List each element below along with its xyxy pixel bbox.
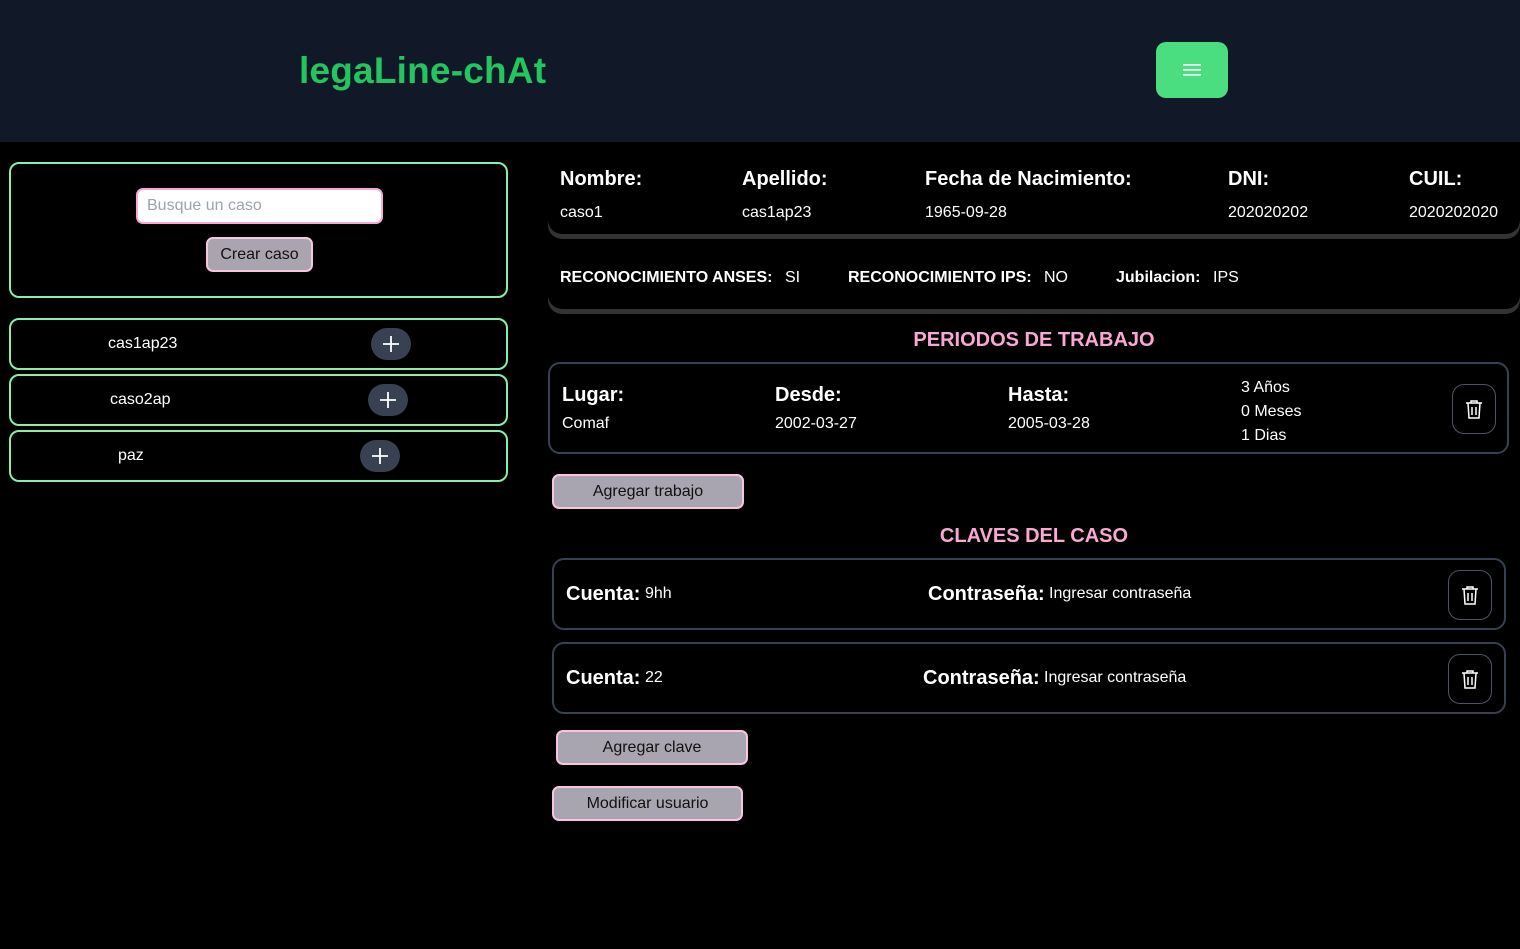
ips-label: RECONOCIMIENTO IPS:: [848, 269, 1032, 286]
account-value: 9hh: [645, 585, 672, 602]
password-label: Contraseña:: [923, 667, 1040, 689]
keys-title: CLAVES DEL CASO: [939, 525, 1129, 547]
delete-key-button[interactable]: [1448, 654, 1492, 704]
anses-label: RECONOCIMIENTO ANSES:: [560, 269, 773, 286]
delete-key-button[interactable]: [1448, 570, 1492, 620]
field-label: DNI:: [1228, 168, 1270, 190]
app-title: legaLine-chAt: [299, 50, 547, 91]
ips-value: NO: [1044, 269, 1068, 286]
add-case-button[interactable]: [360, 440, 400, 472]
hamburger-menu-icon: [1183, 64, 1201, 76]
plus-icon: [372, 448, 388, 464]
field-value: 2020202020: [1409, 204, 1498, 221]
search-input[interactable]: [136, 188, 383, 224]
add-work-button[interactable]: Agregar trabajo: [552, 474, 744, 509]
field-value: cas1ap23: [742, 204, 812, 221]
field-label: CUIL:: [1409, 168, 1463, 190]
recognition-card: RECONOCIMIENTO ANSES: SI RECONOCIMIENTO …: [548, 249, 1520, 309]
account-label: Cuenta:: [566, 667, 641, 689]
work-period-card: Lugar: Comaf Desde: 2002-03-27 Hasta: 20…: [548, 362, 1509, 454]
trash-icon: [1462, 670, 1478, 689]
name-field: Nombre: caso1: [560, 168, 642, 222]
field-label: Apellido:: [742, 168, 828, 190]
delete-work-button[interactable]: [1452, 384, 1496, 434]
jubilacion-value: IPS: [1213, 269, 1239, 286]
duration-days: 1 Dias: [1241, 427, 1287, 444]
case-label: paz: [118, 447, 144, 464]
duration: 3 Años 0 Meses 1 Dias: [1241, 376, 1301, 448]
lugar-value: Comaf: [562, 415, 610, 432]
birthdate-field: Fecha de Nacimiento: 1965-09-28: [925, 168, 1132, 222]
plus-icon: [380, 392, 396, 408]
trash-icon: [1466, 400, 1482, 419]
modify-user-button[interactable]: Modificar usuario: [552, 786, 743, 821]
add-case-button[interactable]: [371, 328, 411, 360]
key-card: Cuenta: 22 Contraseña: Ingresar contrase…: [552, 642, 1506, 714]
case-list-item[interactable]: cas1ap23: [9, 318, 508, 370]
case-label: caso2ap: [110, 391, 171, 408]
case-label: cas1ap23: [108, 335, 178, 352]
password-value: Ingresar contraseña: [1044, 669, 1187, 686]
hasta-value: 2005-03-28: [1008, 415, 1090, 432]
password-value: Ingresar contraseña: [1049, 585, 1192, 602]
menu-button[interactable]: [1156, 42, 1228, 98]
field-label: Fecha de Nacimiento:: [925, 168, 1132, 190]
duration-years: 3 Años: [1241, 379, 1290, 396]
profile-card: Nombre: caso1 Apellido: cas1ap23 Fecha d…: [548, 158, 1520, 234]
add-case-button[interactable]: [368, 384, 408, 416]
case-list-item[interactable]: paz: [9, 430, 508, 482]
field-value: 202020202: [1228, 204, 1309, 221]
plus-icon: [383, 336, 399, 352]
duration-months: 0 Meses: [1241, 403, 1302, 420]
case-search-panel: Crear caso: [9, 162, 508, 298]
desde-label: Desde:: [775, 384, 842, 406]
field-value: 1965-09-28: [925, 204, 1007, 221]
account-label: Cuenta:: [566, 583, 641, 605]
field-value: caso1: [560, 204, 603, 221]
lugar-label: Lugar:: [562, 384, 625, 406]
cuil-field: CUIL: 2020202020: [1409, 168, 1498, 222]
create-case-button[interactable]: Crear caso: [206, 237, 313, 272]
work-periods-title: PERIODOS DE TRABAJO: [913, 329, 1155, 351]
account-value: 22: [645, 669, 663, 686]
trash-icon: [1462, 586, 1478, 605]
dni-field: DNI: 202020202: [1228, 168, 1308, 222]
password-label: Contraseña:: [928, 583, 1045, 605]
top-bar: legaLine-chAt: [0, 0, 1520, 142]
hasta-label: Hasta:: [1008, 384, 1070, 406]
add-key-button[interactable]: Agregar clave: [556, 730, 748, 765]
desde-value: 2002-03-27: [775, 415, 857, 432]
case-list-item[interactable]: caso2ap: [9, 374, 508, 426]
key-card: Cuenta: 9hh Contraseña: Ingresar contras…: [552, 558, 1506, 630]
jubilacion-label: Jubilacion:: [1116, 269, 1201, 286]
field-label: Nombre:: [560, 168, 643, 190]
anses-value: SI: [785, 269, 801, 286]
surname-field: Apellido: cas1ap23: [742, 168, 828, 222]
